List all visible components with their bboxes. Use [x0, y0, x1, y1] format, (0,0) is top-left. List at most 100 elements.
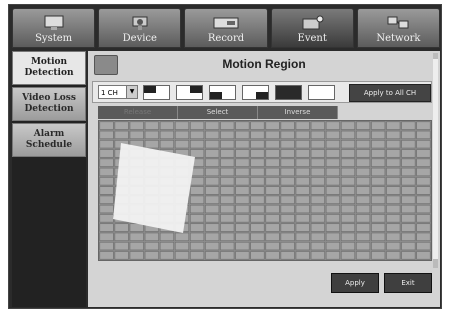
grid-cell[interactable] — [310, 214, 325, 223]
grid-cell[interactable] — [205, 177, 220, 186]
grid-cell[interactable] — [310, 186, 325, 195]
grid-cell[interactable] — [235, 140, 250, 149]
grid-cell[interactable] — [340, 177, 356, 186]
grid-cell[interactable] — [235, 214, 250, 223]
grid-cell[interactable] — [265, 214, 280, 223]
grid-cell[interactable] — [220, 140, 235, 149]
grid-cell[interactable] — [295, 177, 310, 186]
grid-cell[interactable] — [220, 214, 235, 223]
grid-cell[interactable] — [310, 241, 325, 251]
grid-cell[interactable] — [265, 167, 280, 177]
grid-cell[interactable] — [340, 204, 356, 214]
grid-cell[interactable] — [340, 158, 356, 167]
inverse-button[interactable]: Inverse — [258, 106, 338, 119]
grid-cell[interactable] — [325, 121, 340, 130]
grid-cell[interactable] — [295, 130, 310, 140]
tab-record[interactable]: Record — [184, 8, 268, 48]
grid-cell[interactable] — [144, 251, 159, 260]
grid-cell[interactable] — [386, 251, 401, 260]
grid-cell[interactable] — [416, 121, 431, 130]
grid-cell[interactable] — [295, 167, 310, 177]
grid-cell[interactable] — [401, 186, 416, 195]
grid-cell[interactable] — [325, 232, 340, 241]
grid-cell[interactable] — [220, 177, 235, 186]
grid-cell[interactable] — [416, 177, 431, 186]
grid-cell[interactable] — [99, 149, 114, 158]
grid-cell[interactable] — [190, 140, 205, 149]
grid-cell[interactable] — [250, 214, 265, 223]
grid-cell[interactable] — [220, 241, 235, 251]
grid-cell[interactable] — [386, 177, 401, 186]
grid-cell[interactable] — [340, 195, 356, 204]
grid-cell[interactable] — [371, 204, 386, 214]
grid-cell[interactable] — [310, 121, 325, 130]
grid-cell[interactable] — [190, 232, 205, 241]
grid-cell[interactable] — [356, 214, 371, 223]
grid-cell[interactable] — [401, 195, 416, 204]
grid-cell[interactable] — [174, 251, 190, 260]
grid-cell[interactable] — [265, 204, 280, 214]
grid-cell[interactable] — [371, 130, 386, 140]
grid-cell[interactable] — [205, 149, 220, 158]
apply-button[interactable]: Apply — [331, 273, 379, 293]
grid-cell[interactable] — [144, 121, 159, 130]
grid-cell[interactable] — [371, 121, 386, 130]
grid-cell[interactable] — [371, 223, 386, 232]
grid-cell[interactable] — [356, 204, 371, 214]
grid-cell[interactable] — [205, 130, 220, 140]
grid-cell[interactable] — [99, 140, 114, 149]
grid-cell[interactable] — [416, 167, 431, 177]
grid-cell[interactable] — [356, 177, 371, 186]
grid-cell[interactable] — [310, 140, 325, 149]
grid-cell[interactable] — [340, 214, 356, 223]
grid-cell[interactable] — [386, 140, 401, 149]
grid-cell[interactable] — [401, 121, 416, 130]
grid-cell[interactable] — [99, 223, 114, 232]
grid-cell[interactable] — [416, 251, 431, 260]
grid-cell[interactable] — [235, 149, 250, 158]
grid-cell[interactable] — [416, 186, 431, 195]
grid-cell[interactable] — [371, 158, 386, 167]
grid-cell[interactable] — [235, 167, 250, 177]
grid-cell[interactable] — [235, 186, 250, 195]
grid-cell[interactable] — [401, 130, 416, 140]
grid-cell[interactable] — [280, 223, 295, 232]
grid-cell[interactable] — [416, 140, 431, 149]
grid-cell[interactable] — [235, 130, 250, 140]
grid-cell[interactable] — [144, 140, 159, 149]
grid-cell[interactable] — [280, 204, 295, 214]
grid-cell[interactable] — [190, 241, 205, 251]
grid-cell[interactable] — [190, 204, 205, 214]
grid-cell[interactable] — [99, 158, 114, 167]
preset-top-left-button[interactable] — [143, 85, 170, 100]
grid-cell[interactable] — [205, 195, 220, 204]
grid-cell[interactable] — [325, 167, 340, 177]
grid-cell[interactable] — [295, 241, 310, 251]
grid-cell[interactable] — [205, 232, 220, 241]
grid-cell[interactable] — [265, 241, 280, 251]
grid-cell[interactable] — [190, 195, 205, 204]
tab-event[interactable]: Event — [270, 8, 354, 48]
grid-cell[interactable] — [205, 167, 220, 177]
grid-cell[interactable] — [386, 204, 401, 214]
grid-cell[interactable] — [295, 121, 310, 130]
grid-cell[interactable] — [325, 186, 340, 195]
grid-cell[interactable] — [371, 241, 386, 251]
grid-cell[interactable] — [250, 158, 265, 167]
grid-cell[interactable] — [159, 251, 174, 260]
grid-cell[interactable] — [325, 241, 340, 251]
grid-cell[interactable] — [280, 251, 295, 260]
grid-cell[interactable] — [205, 223, 220, 232]
grid-cell[interactable] — [310, 251, 325, 260]
grid-cell[interactable] — [280, 130, 295, 140]
grid-cell[interactable] — [401, 158, 416, 167]
grid-cell[interactable] — [174, 241, 190, 251]
grid-cell[interactable] — [114, 121, 129, 130]
grid-cell[interactable] — [190, 214, 205, 223]
grid-cell[interactable] — [235, 158, 250, 167]
grid-cell[interactable] — [325, 158, 340, 167]
grid-cell[interactable] — [295, 140, 310, 149]
grid-cell[interactable] — [371, 149, 386, 158]
grid-cell[interactable] — [386, 241, 401, 251]
grid-cell[interactable] — [235, 204, 250, 214]
